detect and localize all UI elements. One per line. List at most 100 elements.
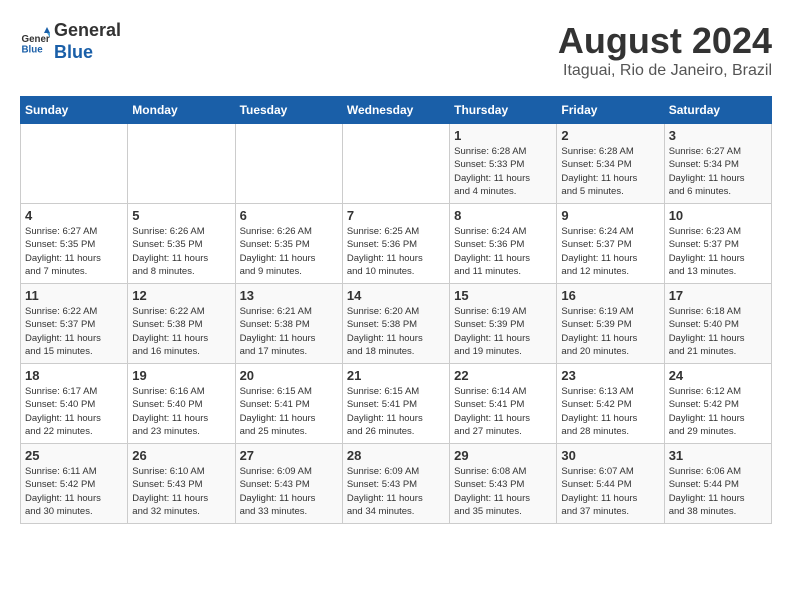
logo: General Blue General Blue: [20, 20, 121, 63]
day-number: 15: [454, 288, 552, 303]
calendar-cell: 17 Sunrise: 6:18 AM Sunset: 5:40 PM Dayli…: [664, 284, 771, 364]
day-number: 26: [132, 448, 230, 463]
day-info: Sunrise: 6:14 AM Sunset: 5:41 PM Dayligh…: [454, 385, 552, 438]
day-number: 31: [669, 448, 767, 463]
day-number: 19: [132, 368, 230, 383]
day-info: Sunrise: 6:11 AM Sunset: 5:42 PM Dayligh…: [25, 465, 123, 518]
calendar-cell: 14 Sunrise: 6:20 AM Sunset: 5:38 PM Dayli…: [342, 284, 449, 364]
day-info: Sunrise: 6:21 AM Sunset: 5:38 PM Dayligh…: [240, 305, 338, 358]
day-info: Sunrise: 6:12 AM Sunset: 5:42 PM Dayligh…: [669, 385, 767, 438]
day-info: Sunrise: 6:13 AM Sunset: 5:42 PM Dayligh…: [561, 385, 659, 438]
logo-icon: General Blue: [20, 27, 50, 57]
day-info: Sunrise: 6:24 AM Sunset: 5:37 PM Dayligh…: [561, 225, 659, 278]
day-number: 7: [347, 208, 445, 223]
day-info: Sunrise: 6:07 AM Sunset: 5:44 PM Dayligh…: [561, 465, 659, 518]
calendar-cell: [342, 124, 449, 204]
weekday-header-tuesday: Tuesday: [235, 97, 342, 124]
day-number: 10: [669, 208, 767, 223]
day-number: 30: [561, 448, 659, 463]
calendar-cell: 6Sunrise: 6:26 AM Sunset: 5:35 PM Daylig…: [235, 204, 342, 284]
calendar-cell: 9 Sunrise: 6:24 AM Sunset: 5:37 PM Daylig…: [557, 204, 664, 284]
day-info: Sunrise: 6:22 AM Sunset: 5:38 PM Dayligh…: [132, 305, 230, 358]
day-info: Sunrise: 6:23 AM Sunset: 5:37 PM Dayligh…: [669, 225, 767, 278]
calendar-cell: 4Sunrise: 6:27 AM Sunset: 5:35 PM Daylig…: [21, 204, 128, 284]
calendar-cell: 21Sunrise: 6:15 AM Sunset: 5:41 PM Dayli…: [342, 364, 449, 444]
month-year: August 2024: [558, 20, 772, 62]
weekday-header-monday: Monday: [128, 97, 235, 124]
calendar-cell: 18 Sunrise: 6:17 AM Sunset: 5:40 PM Dayli…: [21, 364, 128, 444]
weekday-header-wednesday: Wednesday: [342, 97, 449, 124]
day-info: Sunrise: 6:26 AM Sunset: 5:35 PM Dayligh…: [240, 225, 338, 278]
weekday-header-row: SundayMondayTuesdayWednesdayThursdayFrid…: [21, 97, 772, 124]
day-number: 28: [347, 448, 445, 463]
day-number: 11: [25, 288, 123, 303]
day-number: 12: [132, 288, 230, 303]
day-number: 8: [454, 208, 552, 223]
calendar-cell: [21, 124, 128, 204]
day-number: 5: [132, 208, 230, 223]
calendar-cell: 11 Sunrise: 6:22 AM Sunset: 5:37 PM Dayli…: [21, 284, 128, 364]
calendar-cell: 27Sunrise: 6:09 AM Sunset: 5:43 PM Dayli…: [235, 444, 342, 524]
svg-text:General: General: [22, 34, 51, 45]
day-number: 17: [669, 288, 767, 303]
day-info: Sunrise: 6:09 AM Sunset: 5:43 PM Dayligh…: [347, 465, 445, 518]
logo-text: General Blue: [54, 20, 121, 63]
day-number: 9: [561, 208, 659, 223]
calendar-cell: 20 Sunrise: 6:15 AM Sunset: 5:41 PM Dayli…: [235, 364, 342, 444]
day-number: 27: [240, 448, 338, 463]
calendar-cell: 8 Sunrise: 6:24 AM Sunset: 5:36 PM Daylig…: [450, 204, 557, 284]
calendar-cell: 12 Sunrise: 6:22 AM Sunset: 5:38 PM Dayli…: [128, 284, 235, 364]
day-info: Sunrise: 6:18 AM Sunset: 5:40 PM Dayligh…: [669, 305, 767, 358]
day-info: Sunrise: 6:22 AM Sunset: 5:37 PM Dayligh…: [25, 305, 123, 358]
day-number: 13: [240, 288, 338, 303]
weekday-header-thursday: Thursday: [450, 97, 557, 124]
day-info: Sunrise: 6:16 AM Sunset: 5:40 PM Dayligh…: [132, 385, 230, 438]
day-info: Sunrise: 6:19 AM Sunset: 5:39 PM Dayligh…: [454, 305, 552, 358]
calendar-cell: 16Sunrise: 6:19 AM Sunset: 5:39 PM Dayli…: [557, 284, 664, 364]
weekday-header-sunday: Sunday: [21, 97, 128, 124]
day-info: Sunrise: 6:17 AM Sunset: 5:40 PM Dayligh…: [25, 385, 123, 438]
day-info: Sunrise: 6:10 AM Sunset: 5:43 PM Dayligh…: [132, 465, 230, 518]
day-info: Sunrise: 6:28 AM Sunset: 5:34 PM Dayligh…: [561, 145, 659, 198]
title-block: August 2024 Itaguai, Rio de Janeiro, Bra…: [558, 20, 772, 80]
week-row-5: 25Sunrise: 6:11 AM Sunset: 5:42 PM Dayli…: [21, 444, 772, 524]
calendar-cell: 13 Sunrise: 6:21 AM Sunset: 5:38 PM Dayli…: [235, 284, 342, 364]
day-info: Sunrise: 6:08 AM Sunset: 5:43 PM Dayligh…: [454, 465, 552, 518]
day-number: 29: [454, 448, 552, 463]
calendar-cell: 5 Sunrise: 6:26 AM Sunset: 5:35 PM Daylig…: [128, 204, 235, 284]
day-number: 22: [454, 368, 552, 383]
day-number: 2: [561, 128, 659, 143]
day-info: Sunrise: 6:28 AM Sunset: 5:33 PM Dayligh…: [454, 145, 552, 198]
day-number: 24: [669, 368, 767, 383]
week-row-4: 18 Sunrise: 6:17 AM Sunset: 5:40 PM Dayli…: [21, 364, 772, 444]
day-number: 18: [25, 368, 123, 383]
day-info: Sunrise: 6:27 AM Sunset: 5:35 PM Dayligh…: [25, 225, 123, 278]
day-info: Sunrise: 6:15 AM Sunset: 5:41 PM Dayligh…: [240, 385, 338, 438]
calendar-cell: 10 Sunrise: 6:23 AM Sunset: 5:37 PM Dayli…: [664, 204, 771, 284]
day-info: Sunrise: 6:24 AM Sunset: 5:36 PM Dayligh…: [454, 225, 552, 278]
day-info: Sunrise: 6:26 AM Sunset: 5:35 PM Dayligh…: [132, 225, 230, 278]
svg-text:Blue: Blue: [22, 44, 44, 55]
calendar-cell: 1Sunrise: 6:28 AM Sunset: 5:33 PM Daylig…: [450, 124, 557, 204]
day-info: Sunrise: 6:20 AM Sunset: 5:38 PM Dayligh…: [347, 305, 445, 358]
calendar-cell: 26 Sunrise: 6:10 AM Sunset: 5:43 PM Dayli…: [128, 444, 235, 524]
day-info: Sunrise: 6:06 AM Sunset: 5:44 PM Dayligh…: [669, 465, 767, 518]
day-number: 3: [669, 128, 767, 143]
calendar-cell: 15 Sunrise: 6:19 AM Sunset: 5:39 PM Dayli…: [450, 284, 557, 364]
weekday-header-saturday: Saturday: [664, 97, 771, 124]
calendar-table: SundayMondayTuesdayWednesdayThursdayFrid…: [20, 96, 772, 524]
weekday-header-friday: Friday: [557, 97, 664, 124]
calendar-cell: 24 Sunrise: 6:12 AM Sunset: 5:42 PM Dayli…: [664, 364, 771, 444]
week-row-1: 1Sunrise: 6:28 AM Sunset: 5:33 PM Daylig…: [21, 124, 772, 204]
calendar-cell: 25Sunrise: 6:11 AM Sunset: 5:42 PM Dayli…: [21, 444, 128, 524]
day-info: Sunrise: 6:15 AM Sunset: 5:41 PM Dayligh…: [347, 385, 445, 438]
day-number: 20: [240, 368, 338, 383]
calendar-cell: 28 Sunrise: 6:09 AM Sunset: 5:43 PM Dayli…: [342, 444, 449, 524]
calendar-cell: [235, 124, 342, 204]
page-header: General Blue General Blue August 2024 It…: [20, 20, 772, 80]
calendar-cell: [128, 124, 235, 204]
calendar-cell: 31 Sunrise: 6:06 AM Sunset: 5:44 PM Dayli…: [664, 444, 771, 524]
day-number: 14: [347, 288, 445, 303]
calendar-cell: 23Sunrise: 6:13 AM Sunset: 5:42 PM Dayli…: [557, 364, 664, 444]
calendar-cell: 29 Sunrise: 6:08 AM Sunset: 5:43 PM Dayli…: [450, 444, 557, 524]
